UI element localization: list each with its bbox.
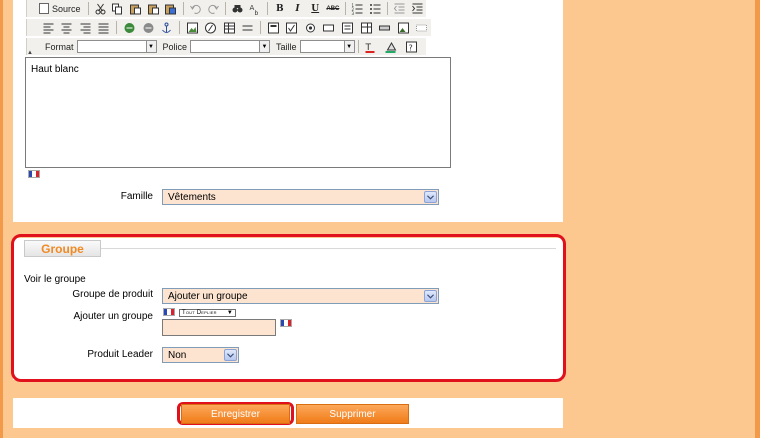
font-label: Police <box>162 41 188 52</box>
toolbar-separator <box>87 2 89 15</box>
horizontal-rule-icon[interactable] <box>240 21 255 35</box>
textarea-icon[interactable] <box>340 21 355 35</box>
format-label: Format <box>45 41 74 52</box>
paste-text-icon[interactable] <box>146 2 160 16</box>
strikethrough-icon[interactable]: ABC <box>326 2 340 16</box>
unlink-icon[interactable] <box>141 21 156 35</box>
flash-icon[interactable] <box>203 21 218 35</box>
size-label: Taille <box>276 41 297 52</box>
produit-leader-label: Produit Leader <box>87 349 153 360</box>
text-color-icon[interactable]: T <box>364 40 380 54</box>
groupe-produit-select[interactable]: Ajouter un groupe <box>162 288 439 304</box>
editor-toolbar-row-1: Source Ab B I U ABC 123 <box>26 0 426 17</box>
produit-leader-value: Non <box>168 349 187 361</box>
source-button[interactable]: Source <box>39 3 81 14</box>
chevron-down-icon <box>424 290 437 302</box>
font-combo[interactable]: ▼ <box>190 40 271 53</box>
svg-text:3: 3 <box>351 11 354 15</box>
button-field-icon[interactable] <box>377 21 392 35</box>
toolbar-separator <box>260 21 261 34</box>
image-button-icon[interactable] <box>396 21 411 35</box>
rich-text-editor[interactable]: Haut blanc <box>25 57 451 168</box>
align-center-icon[interactable] <box>60 21 75 35</box>
format-combo[interactable]: ▼ <box>76 40 157 53</box>
image-icon[interactable] <box>185 21 200 35</box>
italic-icon[interactable]: I <box>291 2 305 16</box>
find-icon[interactable] <box>231 2 245 16</box>
french-flag-icon <box>28 170 40 178</box>
source-label: Source <box>52 3 81 14</box>
famille-select-value: Vêtements <box>168 191 216 203</box>
french-flag-icon <box>163 308 175 316</box>
align-right-icon[interactable] <box>78 21 93 35</box>
chevron-down-icon: ▼ <box>343 41 354 52</box>
tout-deplier-value: Tout Deplier <box>182 310 217 316</box>
help-icon[interactable]: ? <box>404 40 420 54</box>
undo-icon[interactable] <box>189 2 203 16</box>
paste-icon[interactable] <box>129 2 143 16</box>
french-flag-icon <box>280 319 292 327</box>
table-icon[interactable] <box>222 21 237 35</box>
link-icon[interactable] <box>122 21 137 35</box>
editor-content: Haut blanc <box>31 64 79 75</box>
groupe-legend: Groupe <box>24 240 101 257</box>
toolbar-collapse-icon[interactable]: ▲ <box>27 50 33 56</box>
delete-button[interactable]: Supprimer <box>296 404 409 424</box>
produit-leader-select[interactable]: Non <box>162 347 239 363</box>
chevron-down-icon <box>224 349 237 361</box>
source-icon <box>39 3 49 14</box>
anchor-icon[interactable] <box>159 21 174 35</box>
tout-deplier-dropdown[interactable]: Tout Deplier ▼ <box>179 309 236 317</box>
bold-icon[interactable]: B <box>273 2 287 16</box>
paste-word-icon[interactable] <box>164 2 178 16</box>
redo-icon[interactable] <box>206 2 220 16</box>
copy-icon[interactable] <box>111 2 125 16</box>
page-edge-right <box>755 0 760 438</box>
voir-groupe-label: Voir le groupe <box>24 274 86 285</box>
toolbar-separator <box>357 40 359 53</box>
editor-toolbar-row-3: Format ▼ Police ▼ Taille ▼ T ? <box>26 38 426 55</box>
underline-icon[interactable]: U <box>308 2 322 16</box>
chevron-down-icon: ▼ <box>259 41 270 52</box>
svg-text:b: b <box>254 10 258 15</box>
groupe-produit-label: Groupe de produit <box>72 289 153 300</box>
justify-icon[interactable] <box>97 21 112 35</box>
ajouter-groupe-label: Ajouter un groupe <box>73 311 153 322</box>
ajouter-groupe-input[interactable] <box>162 319 276 336</box>
groupe-legend-line <box>24 248 556 249</box>
size-combo[interactable]: ▼ <box>299 40 355 53</box>
chevron-down-icon: ▼ <box>145 41 156 52</box>
toolbar-separator <box>386 2 388 15</box>
select-field-icon[interactable] <box>359 21 374 35</box>
bullet-list-icon[interactable] <box>368 2 382 16</box>
groupe-produit-value: Ajouter un groupe <box>168 290 248 302</box>
save-button[interactable]: Enregistrer <box>181 404 290 424</box>
indent-icon[interactable] <box>410 2 424 16</box>
toolbar-separator <box>182 2 184 15</box>
famille-label: Famille <box>120 191 153 202</box>
chevron-down-icon: ▼ <box>226 310 233 316</box>
background-color-icon[interactable] <box>384 40 400 54</box>
famille-select[interactable]: Vêtements <box>162 189 439 205</box>
editor-toolbar-row-2 <box>26 19 431 36</box>
form-icon[interactable] <box>266 21 281 35</box>
replace-icon[interactable]: Ab <box>248 2 262 16</box>
toolbar-separator <box>344 2 346 15</box>
svg-text:?: ? <box>409 43 413 52</box>
hidden-field-icon[interactable] <box>414 21 429 35</box>
checkbox-icon[interactable] <box>284 21 299 35</box>
toolbar-separator <box>267 2 269 15</box>
radio-icon[interactable] <box>303 21 318 35</box>
align-left-icon[interactable] <box>41 21 56 35</box>
toolbar-separator <box>116 21 118 34</box>
toolbar-separator <box>224 2 226 15</box>
outdent-icon[interactable] <box>393 2 407 16</box>
chevron-down-icon <box>424 191 437 203</box>
text-field-icon[interactable] <box>322 21 337 35</box>
toolbar-separator <box>178 21 180 34</box>
numbered-list-icon[interactable]: 123 <box>351 2 365 16</box>
cut-icon[interactable] <box>93 2 107 16</box>
right-sidebar-background <box>565 0 755 438</box>
